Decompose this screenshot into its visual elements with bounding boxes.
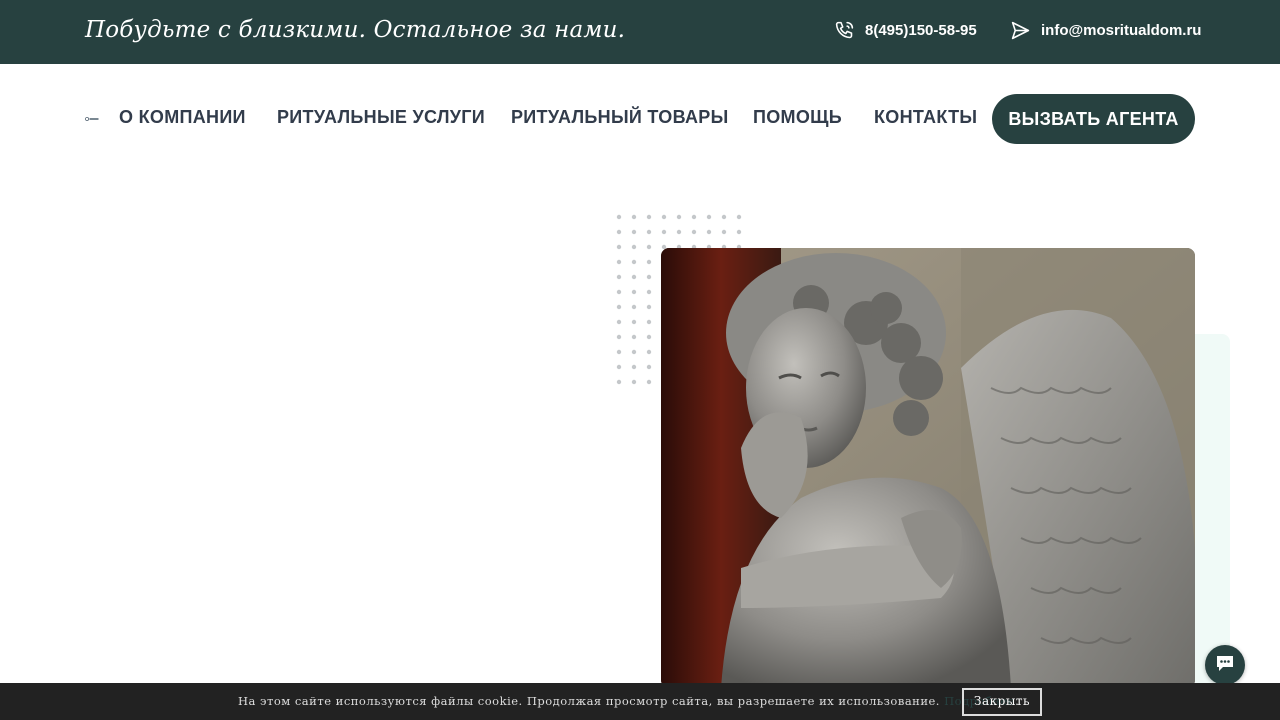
phone-contact[interactable]: 8(495)150-58-95 [834,20,977,41]
phone-icon [834,20,855,41]
nav-item-help[interactable]: ПОМОЩЬ [753,107,842,128]
tagline: Побудьте с близкими. Остальное за нами. [85,17,626,43]
logo-mark[interactable] [85,117,99,121]
hero-image [661,248,1195,688]
cookie-banner: На этом сайте используются файлы cookie.… [0,683,1280,720]
top-bar: Побудьте с близкими. Остальное за нами. … [0,0,1280,64]
email-address: info@mosritualdom.ru [1041,22,1202,39]
chat-button[interactable] [1205,645,1245,685]
nav-item-contacts[interactable]: КОНТАКТЫ [874,107,977,128]
cookie-message: На этом сайте используются файлы cookie.… [238,694,1019,708]
nav-item-about[interactable]: О КОМПАНИИ [119,107,246,128]
chat-icon [1215,654,1235,677]
nav-item-services[interactable]: РИТУАЛЬНЫЕ УСЛУГИ [277,107,485,128]
call-agent-button[interactable]: ВЫЗВАТЬ АГЕНТА [992,94,1195,144]
cookie-text: На этом сайте используются файлы cookie.… [238,694,940,708]
send-icon [1010,20,1031,41]
nav-item-goods[interactable]: РИТУАЛЬНЫЙ ТОВАРЫ [511,107,729,128]
email-contact[interactable]: info@mosritualdom.ru [1010,20,1201,41]
phone-number: 8(495)150-58-95 [865,22,977,39]
cookie-close-button[interactable]: Закрыть [962,688,1043,716]
angel-statue-image [661,248,1195,688]
